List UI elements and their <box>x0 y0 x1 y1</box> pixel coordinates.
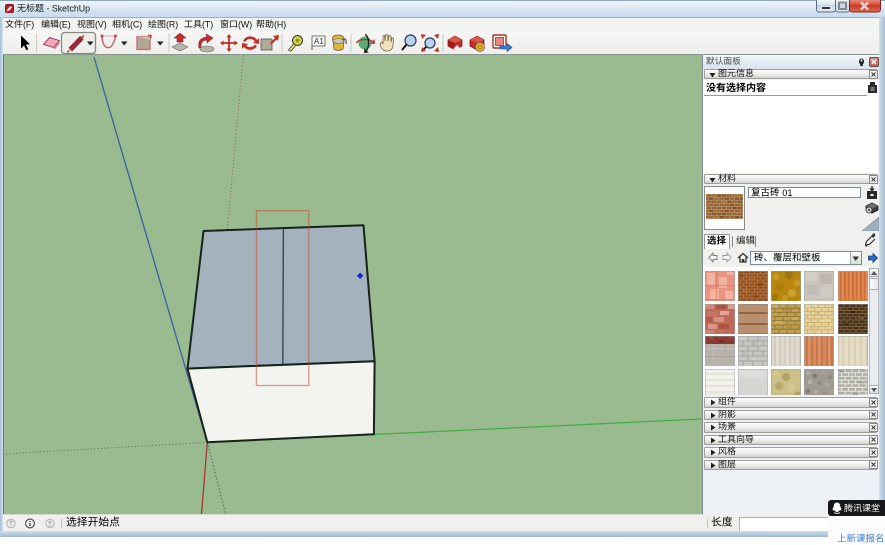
svg-text:(E): (E) <box>59 20 71 30</box>
svg-text:A1: A1 <box>314 37 324 46</box>
svg-text:(W): (W) <box>238 20 252 30</box>
svg-text:(F): (F) <box>23 20 34 30</box>
svg-text:(T): (T) <box>202 20 213 30</box>
svg-text:- SketchUp: - SketchUp <box>47 4 91 14</box>
svg-text:(R): (R) <box>166 20 178 30</box>
svg-text:(V): (V) <box>95 20 107 30</box>
svg-text:(C): (C) <box>130 20 142 30</box>
svg-text:01: 01 <box>782 188 792 198</box>
svg-text:(H): (H) <box>274 20 286 30</box>
